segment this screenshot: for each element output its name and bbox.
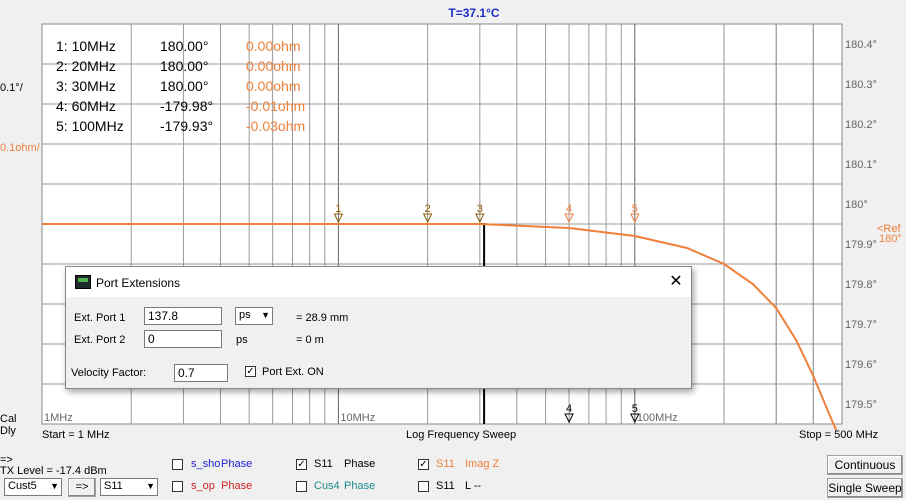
readout-imag: -0.01ohm <box>246 98 306 114</box>
marker-2-label: 2 <box>425 203 431 215</box>
y-tick-label: 180.2° <box>845 119 877 131</box>
portext-checkbox[interactable]: ✓ <box>245 366 256 377</box>
trace-suffix: Phase <box>221 458 253 470</box>
trace-checkbox[interactable] <box>172 459 183 470</box>
readout-label: 4: 60MHz <box>56 98 116 114</box>
y-tick-label: 179.6° <box>845 359 877 371</box>
trace-checkbox[interactable]: ✓ <box>418 459 429 470</box>
trace-name: Cus4 <box>314 480 340 492</box>
marker-3-label: 3 <box>477 203 483 215</box>
trace-name: s_op <box>191 480 215 492</box>
readout-phase: 180.00° <box>160 78 209 94</box>
readout-imag: 0.00ohm <box>246 58 301 74</box>
readout-label: 3: 30MHz <box>56 78 116 94</box>
y-tick-label: 180.1° <box>845 159 877 171</box>
port1-result: = 28.9 mm <box>296 312 349 324</box>
close-icon[interactable]: ✕ <box>661 267 691 297</box>
phase-scale-label: 0.1°/ <box>0 82 23 94</box>
y-tick-label: 179.5° <box>845 399 877 411</box>
x-tick-label: 1MHz <box>44 412 73 424</box>
marker-1-label: 1 <box>335 203 341 215</box>
velocity-label: Velocity Factor: <box>71 367 147 379</box>
marker-4-label: 4 <box>566 203 572 215</box>
preset-select[interactable]: Cust5 ▼ <box>4 478 62 496</box>
y-tick-label: 179.9° <box>845 239 877 251</box>
trace-name: S11 <box>436 480 455 492</box>
trace-checkbox[interactable] <box>296 481 307 492</box>
velocity-input[interactable] <box>174 364 228 382</box>
port1-input[interactable] <box>144 307 222 325</box>
sweep-mode: Log Frequency Sweep <box>406 429 517 441</box>
apply-button[interactable]: => <box>68 478 96 497</box>
port1-unit-value: ps <box>239 309 251 321</box>
readout-imag: 0.00ohm <box>246 78 301 94</box>
readout-imag: -0.03ohm <box>246 118 306 134</box>
trace-suffix: Phase <box>344 458 376 470</box>
port1-unit-select[interactable]: ps ▼ <box>235 307 273 325</box>
trace-name: s_sho <box>191 458 221 470</box>
sweep-stop: Stop = 500 MHz <box>799 429 879 441</box>
continuous-button[interactable]: Continuous <box>827 455 903 475</box>
bottom-marker-4-label: 4 <box>566 403 572 415</box>
y-tick-label: 180.4° <box>845 39 877 51</box>
preset-select-value: Cust5 <box>8 480 37 492</box>
readout-phase: -179.98° <box>160 98 214 114</box>
imag-scale-label: 0.1ohm/ <box>0 142 40 154</box>
bottom-marker-5-label: 5 <box>632 403 638 415</box>
readout-phase: 180.00° <box>160 38 209 54</box>
single-sweep-button[interactable]: Single Sweep <box>827 478 903 498</box>
y-tick-label: 179.8° <box>845 279 877 291</box>
trace-checkbox[interactable] <box>418 481 429 492</box>
x-tick-label: 10MHz <box>340 412 375 424</box>
x-tick-label: 100MHz <box>637 412 678 424</box>
trace-suffix: L -- <box>465 480 482 492</box>
readout-phase: 180.00° <box>160 58 209 74</box>
tx-level: TX Level = -17.4 dBm <box>0 465 107 477</box>
port-extensions-dialog: Port Extensions ✕ Ext. Port 1 ps ▼ = 28.… <box>65 266 692 389</box>
port1-label: Ext. Port 1 <box>74 312 126 324</box>
trace-name: S11 <box>314 458 333 470</box>
dialog-title: Port Extensions <box>96 276 181 290</box>
param-select-value: S11 <box>104 480 123 492</box>
trace-checkbox[interactable] <box>172 481 183 492</box>
trace-checkbox[interactable]: ✓ <box>296 459 307 470</box>
app-icon <box>75 275 91 289</box>
readout-label: 2: 20MHz <box>56 58 116 74</box>
y-tick-label: 180.3° <box>845 79 877 91</box>
ref-value: 180° <box>879 233 902 245</box>
chevron-down-icon: ▼ <box>146 481 155 491</box>
trace-suffix: Phase <box>344 480 376 492</box>
portext-label: Port Ext. ON <box>262 366 324 378</box>
dly-label: Dly <box>0 425 16 437</box>
readout-phase: -179.93° <box>160 118 214 134</box>
port2-input[interactable] <box>144 330 222 348</box>
param-select[interactable]: S11 ▼ <box>100 478 158 496</box>
y-tick-label: 180° <box>845 199 868 211</box>
trace-name: S11 <box>436 458 455 470</box>
port2-unit: ps <box>236 334 248 346</box>
readout-imag: 0.00ohm <box>246 38 301 54</box>
chevron-down-icon: ▼ <box>50 481 59 491</box>
dialog-title-bar[interactable]: Port Extensions ✕ <box>66 267 691 297</box>
trace-suffix: Phase <box>221 480 253 492</box>
readout-label: 5: 100MHz <box>56 118 124 134</box>
trace-suffix: Imag Z <box>465 458 500 470</box>
chevron-down-icon: ▼ <box>261 310 270 320</box>
y-tick-label: 179.7° <box>845 319 877 331</box>
port2-result: = 0 m <box>296 334 324 346</box>
chart-title: T=37.1°C <box>448 6 499 20</box>
sweep-start: Start = 1 MHz <box>42 429 110 441</box>
cal-label: Cal <box>0 413 17 425</box>
readout-label: 1: 10MHz <box>56 38 116 54</box>
marker-5-label: 5 <box>632 203 638 215</box>
port2-label: Ext. Port 2 <box>74 334 126 346</box>
